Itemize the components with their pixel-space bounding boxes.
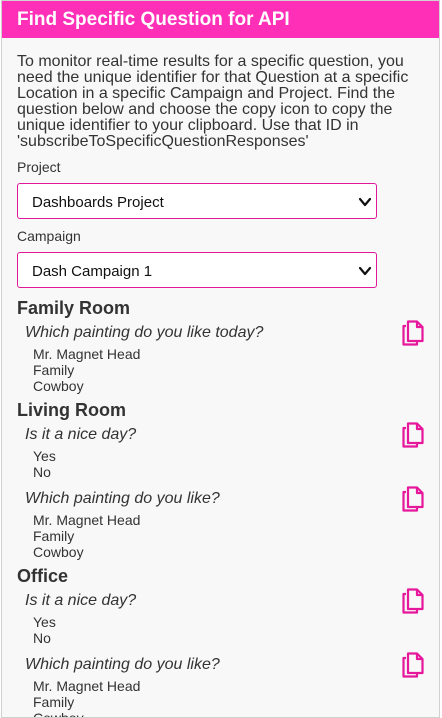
question-text: Which painting do you like? bbox=[25, 490, 220, 507]
answer-option: Family bbox=[33, 362, 75, 378]
copy-icon[interactable] bbox=[401, 652, 425, 678]
intro-text: To monitor real-time results for a speci… bbox=[17, 53, 409, 150]
answer-options: Mr. Magnet Head Family Cowboy bbox=[17, 346, 424, 394]
copy-icon[interactable] bbox=[401, 320, 425, 346]
panel-header: Find Specific Question for API bbox=[2, 1, 439, 38]
question-row: Is it a nice day? bbox=[17, 588, 424, 614]
campaign-label: Campaign bbox=[17, 228, 81, 244]
question-row: Which painting do you like today? bbox=[17, 320, 424, 346]
campaign-select-value: Dash Campaign 1 bbox=[32, 263, 153, 280]
answer-options: Yes No bbox=[17, 448, 424, 480]
question-text: Which painting do you like? bbox=[25, 656, 220, 673]
panel-title: Find Specific Question for API bbox=[17, 9, 290, 30]
answer-option: No bbox=[33, 464, 51, 480]
answer-option: Family bbox=[33, 694, 75, 710]
location-heading: Family Room bbox=[17, 298, 131, 318]
answer-option: Yes bbox=[33, 614, 56, 630]
question-text: Is it a nice day? bbox=[25, 426, 137, 443]
location-section: Family Room Which painting do you like to… bbox=[17, 298, 424, 394]
question-text: Which painting do you like today? bbox=[25, 324, 264, 341]
answer-option: Mr. Magnet Head bbox=[33, 346, 141, 362]
locations-list: Family Room Which painting do you like to… bbox=[17, 298, 424, 718]
location-section: Office Is it a nice day? Yes No Which painti… bbox=[17, 566, 424, 718]
answer-option: Mr. Magnet Head bbox=[33, 678, 141, 694]
location-section: Living Room Is it a nice day? Yes No Which p… bbox=[17, 400, 424, 560]
project-select[interactable]: Dashboards Project bbox=[17, 183, 377, 219]
answer-option: Yes bbox=[33, 448, 56, 464]
question-text: Is it a nice day? bbox=[25, 592, 137, 609]
answer-option: Cowboy bbox=[33, 378, 84, 394]
panel-content: To monitor real-time results for a speci… bbox=[2, 53, 439, 718]
answer-option: Family bbox=[33, 528, 75, 544]
answer-options: Mr. Magnet Head Family Cowboy bbox=[17, 512, 424, 560]
chevron-down-icon bbox=[358, 197, 372, 207]
chevron-down-icon bbox=[358, 266, 372, 276]
project-select-value: Dashboards Project bbox=[32, 194, 164, 211]
answer-option: Mr. Magnet Head bbox=[33, 512, 141, 528]
answer-option: No bbox=[33, 630, 51, 646]
copy-icon[interactable] bbox=[401, 588, 425, 614]
question-row: Which painting do you like? bbox=[17, 486, 424, 512]
question-row: Is it a nice day? bbox=[17, 422, 424, 448]
copy-icon[interactable] bbox=[401, 486, 425, 512]
api-question-panel: Find Specific Question for API To monito… bbox=[1, 0, 440, 718]
copy-icon[interactable] bbox=[401, 422, 425, 448]
question-row: Which painting do you like? bbox=[17, 652, 424, 678]
answer-options: Yes No bbox=[17, 614, 424, 646]
answer-options: Mr. Magnet Head Family Cowboy bbox=[17, 678, 424, 718]
campaign-select[interactable]: Dash Campaign 1 bbox=[17, 252, 377, 288]
location-heading: Office bbox=[17, 566, 69, 586]
location-heading: Living Room bbox=[17, 400, 126, 420]
answer-option: Cowboy bbox=[33, 710, 84, 718]
answer-option: Cowboy bbox=[33, 544, 84, 560]
project-label: Project bbox=[17, 159, 61, 175]
